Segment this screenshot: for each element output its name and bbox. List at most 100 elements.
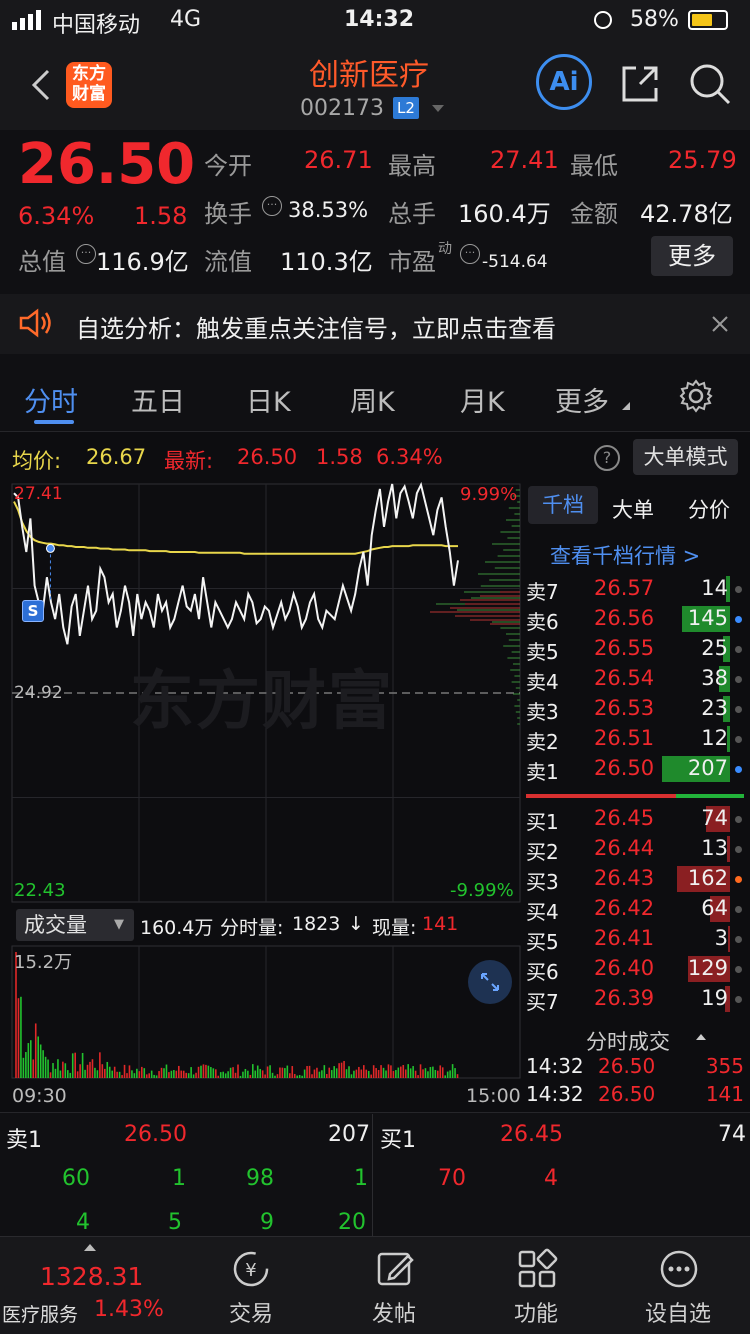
close-icon[interactable] (710, 314, 730, 334)
ask-level-row[interactable]: 卖5 26.55 25 (526, 634, 750, 664)
full-depth-link[interactable]: 查看千档行情 > (550, 540, 700, 570)
level-dot-icon (735, 936, 742, 943)
level-price: 26.55 (594, 636, 655, 660)
low-value: 25.79 (668, 146, 737, 174)
orderbook-divider (526, 794, 744, 798)
level-dot-icon (735, 816, 742, 823)
bid-level-row[interactable]: 买4 26.42 64 (526, 894, 750, 924)
ask-level-row[interactable]: 卖3 26.53 23 (526, 694, 750, 724)
level-dot-icon (735, 676, 742, 683)
search-icon[interactable] (688, 62, 732, 106)
nav-trade[interactable]: 交易 (191, 1296, 311, 1328)
chevron-up-icon[interactable] (696, 1034, 706, 1040)
info-dots-icon[interactable]: ··· (76, 244, 96, 264)
more-button[interactable]: 更多 (651, 236, 733, 276)
active-tab-indicator (34, 420, 74, 424)
sector-name[interactable]: 医疗服务 (2, 1300, 78, 1327)
help-icon[interactable]: ? (594, 445, 620, 471)
ai-assistant-button[interactable]: Ai (536, 54, 592, 110)
tab-weekly-k[interactable]: 周K (350, 380, 395, 419)
level-qty: 19 (701, 986, 728, 1010)
bid-level-row[interactable]: 买6 26.40 129 (526, 954, 750, 984)
level2-badge[interactable]: L2 (393, 97, 419, 119)
y-min-label: 22.43 (14, 880, 66, 901)
orientation-lock-icon (594, 11, 612, 29)
queue-ask-label: 卖1 (6, 1128, 42, 1153)
level-dot-icon (735, 646, 742, 653)
sector-index-value[interactable]: 1328.31 (40, 1262, 143, 1291)
level-price: 26.56 (594, 606, 655, 630)
nav-add-watchlist[interactable]: 设自选 (618, 1296, 738, 1328)
notice-text: 自选分析：触发重点关注信号，立即点击查看 (76, 315, 556, 343)
queue-order: 4 (544, 1166, 558, 1191)
level-qty: 23 (701, 696, 728, 720)
level-label: 卖1 (526, 760, 559, 784)
info-dots-icon[interactable]: ··· (262, 196, 282, 216)
queue-order: 98 (246, 1166, 274, 1191)
tab-five-day[interactable]: 五日 (131, 380, 185, 419)
settings-gear-icon[interactable] (678, 378, 714, 414)
tab-more[interactable]: 更多 (555, 380, 609, 419)
tab-monthly-k[interactable]: 月K (460, 380, 505, 419)
signal-s-marker[interactable]: S (22, 600, 44, 622)
queue-order: 1 (354, 1166, 368, 1191)
bid-level-row[interactable]: 买2 26.44 13 (526, 834, 750, 864)
tick-trade-row: 14:32 26.50 355 (526, 1054, 748, 1082)
queue-bid-label: 买1 (380, 1128, 416, 1153)
bid-level-row[interactable]: 买1 26.45 74 (526, 804, 750, 834)
turnover-value: 38.53% (288, 198, 369, 222)
trade-price: 26.50 (598, 1054, 656, 1078)
mktcap-label: 总值 (18, 248, 66, 276)
level-price: 26.42 (594, 896, 655, 920)
app-logo: 东方 财富 (66, 62, 112, 108)
level-label: 买5 (526, 930, 559, 954)
nav-post[interactable]: 发帖 (334, 1296, 454, 1328)
nav-functions[interactable]: 功能 (476, 1296, 596, 1328)
fullscreen-icon[interactable] (468, 960, 512, 1004)
orderbook-tab-price[interactable]: 分价 (688, 494, 730, 524)
avg-price-line (13, 501, 458, 555)
tab-intraday[interactable]: 分时 (24, 380, 78, 419)
trade-icon[interactable]: ¥ (230, 1248, 272, 1290)
volume-chart[interactable] (0, 944, 522, 1082)
bid-level-row[interactable]: 买3 26.43 162 (526, 864, 750, 894)
orderbook-tab-big-order[interactable]: 大单 (612, 494, 654, 524)
tick-trades-title[interactable]: 分时成交 (586, 1026, 670, 1056)
bid-level-row[interactable]: 买7 26.39 19 (526, 984, 750, 1014)
volume-indicator-select[interactable]: 成交量 ▼ (16, 909, 134, 941)
level-label: 卖2 (526, 730, 559, 754)
level-dot-icon (735, 996, 742, 1003)
orderbook-tab-qiandang[interactable]: 千档 (528, 486, 598, 524)
level-qty: 64 (701, 896, 728, 920)
queue-order: 4 (76, 1210, 90, 1235)
volume-value: 160.4万 (458, 200, 551, 228)
chevron-down-icon[interactable] (432, 105, 444, 112)
bid-level-row[interactable]: 买5 26.41 3 (526, 924, 750, 954)
change-percent: 6.34% (18, 202, 95, 230)
big-order-mode-button[interactable]: 大单模式 (633, 439, 738, 475)
low-label: 最低 (570, 152, 618, 180)
compose-post-icon[interactable] (374, 1248, 416, 1290)
ask-level-row[interactable]: 卖2 26.51 12 (526, 724, 750, 754)
clock: 14:32 (344, 7, 415, 32)
watermark: 东方财富 (130, 665, 394, 739)
back-icon[interactable] (28, 68, 54, 102)
add-watchlist-icon[interactable] (658, 1248, 700, 1290)
info-dots-icon[interactable]: ··· (460, 244, 480, 264)
high-value: 27.41 (490, 146, 559, 174)
ask-level-row[interactable]: 卖6 26.56 145 (526, 604, 750, 634)
ask-level-row[interactable]: 卖4 26.54 38 (526, 664, 750, 694)
level-price: 26.39 (594, 986, 655, 1010)
queue-order: 5 (168, 1210, 182, 1235)
level-dot-icon (735, 586, 742, 593)
ask-level-row[interactable]: 卖1 26.50 207 (526, 754, 750, 784)
ask-level-row[interactable]: 卖7 26.57 14 (526, 574, 750, 604)
latest-value: 26.50 (237, 445, 298, 469)
level-dot-icon (735, 706, 742, 713)
level-dot-icon (735, 616, 742, 623)
tab-daily-k[interactable]: 日K (246, 380, 291, 419)
functions-grid-icon[interactable] (516, 1248, 558, 1290)
sector-change-pct[interactable]: 1.43% (94, 1297, 164, 1322)
share-icon[interactable] (618, 62, 662, 106)
open-label: 今开 (204, 152, 252, 180)
